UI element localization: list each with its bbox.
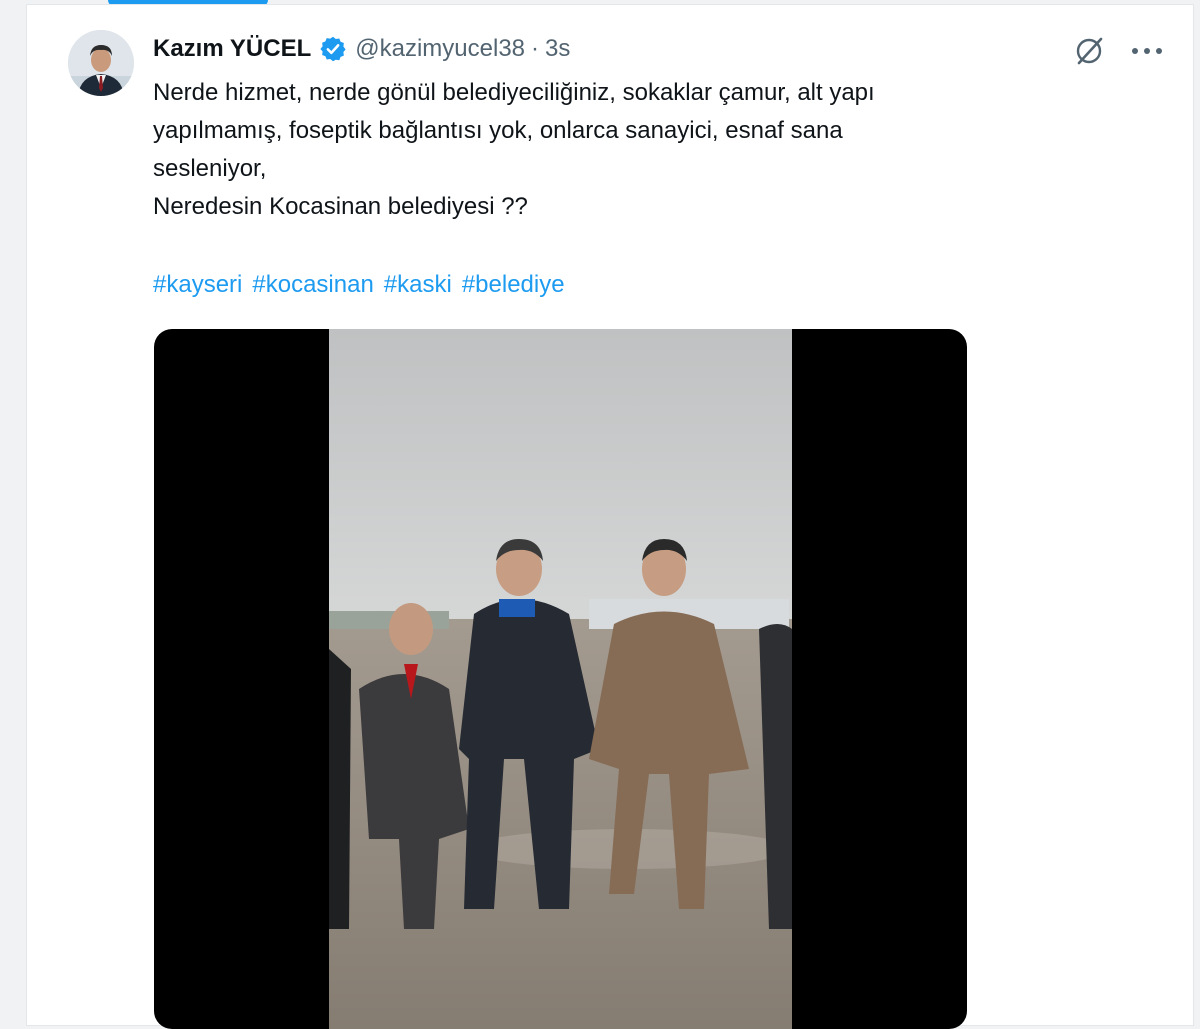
tweet-header: Kazım YÜCEL @kazimyucel38 · 3s [153, 34, 570, 64]
avatar[interactable] [68, 30, 134, 96]
hashtag-link[interactable]: #kocasinan [252, 266, 373, 304]
video-frame-image [329, 329, 792, 1029]
hashtag-list: #kayseri #kocasinan #kaski #belediye [153, 266, 565, 304]
hashtag-link[interactable]: #belediye [462, 266, 565, 304]
tweet-text-line: Nerde hizmet, nerde gönül belediyeciliği… [153, 79, 875, 106]
tweet-text-line: sesleniyor, [153, 155, 267, 182]
tweet-text: Nerde hizmet, nerde gönül belediyeciliği… [153, 74, 1073, 226]
author-handle[interactable]: @kazimyucel38 [355, 35, 525, 63]
author-name[interactable]: Kazım YÜCEL [153, 35, 311, 63]
video-player[interactable] [154, 329, 967, 1029]
grok-icon [1076, 37, 1103, 65]
hashtag-link[interactable]: #kaski [384, 266, 452, 304]
more-button[interactable] [1128, 32, 1166, 70]
verified-badge-icon [320, 36, 346, 62]
tweet-text-line: yapılmamış, foseptik bağlantısı yok, onl… [153, 117, 843, 144]
separator-dot: · [531, 35, 540, 62]
grok-button[interactable] [1070, 32, 1108, 70]
timestamp[interactable]: 3s [545, 35, 570, 63]
tweet-text-line: Neredesin Kocasinan belediyesi ?? [153, 193, 528, 220]
more-icon [1132, 48, 1162, 54]
hashtag-link[interactable]: #kayseri [153, 266, 242, 304]
tweet-actions [1070, 32, 1166, 70]
